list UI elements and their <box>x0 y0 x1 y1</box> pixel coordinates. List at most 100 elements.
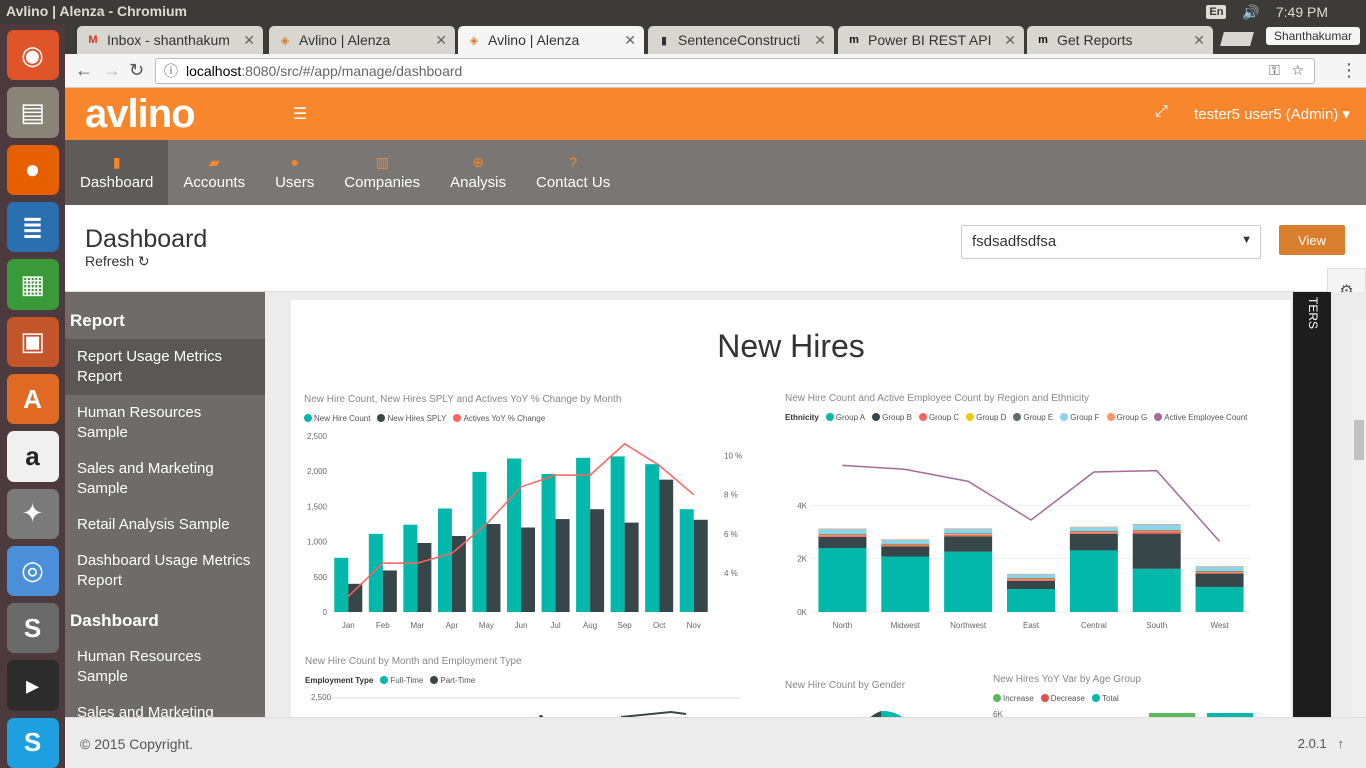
legend-entry[interactable]: Group A <box>825 413 865 422</box>
close-tab-icon[interactable]: ✕ <box>243 32 255 49</box>
stacked-bar-segment[interactable] <box>881 544 930 546</box>
fullscreen-icon[interactable]: ⤢ <box>1155 103 1168 121</box>
stacked-bar-segment[interactable] <box>1007 574 1055 578</box>
firefox-icon[interactable]: ● <box>6 144 59 195</box>
reload-icon[interactable]: ↻ <box>129 60 144 81</box>
chromium-icon[interactable]: ◎ <box>6 545 59 597</box>
nav-accounts[interactable]: ▰ Accounts <box>168 140 260 205</box>
stacked-bar-segment[interactable] <box>818 533 867 535</box>
refresh-link[interactable]: Refresh ↻ <box>85 253 150 270</box>
browser-tab[interactable]: m Get Reports ✕ <box>1027 26 1213 54</box>
bar[interactable] <box>472 471 487 612</box>
stacked-bar-segment[interactable] <box>1195 572 1244 574</box>
language-indicator[interactable]: En <box>1206 5 1227 19</box>
stacked-bar-segment[interactable] <box>1069 533 1118 551</box>
close-tab-icon[interactable]: ✕ <box>1193 32 1205 49</box>
key-icon[interactable]: ⚿ <box>1269 62 1280 78</box>
bar[interactable] <box>382 570 397 612</box>
profile-button[interactable]: Shanthakumar <box>1265 27 1360 45</box>
filters-pane[interactable]: TERS <box>1293 292 1331 717</box>
stacked-bar-segment[interactable] <box>1069 550 1118 612</box>
impress-icon[interactable]: ▣ <box>6 316 59 367</box>
stacked-bar-segment[interactable] <box>1132 524 1181 525</box>
legend-entry[interactable]: Group C <box>918 413 959 422</box>
stacked-bar-segment[interactable] <box>818 534 867 536</box>
stacked-bar-segment[interactable] <box>1132 531 1181 534</box>
stacked-bar-segment[interactable] <box>1132 529 1181 531</box>
browser-tab[interactable]: ▮ SentenceConstructi ✕ <box>648 26 834 54</box>
browser-menu-icon[interactable]: ⋮ <box>1340 60 1358 81</box>
stacked-bar-segment[interactable] <box>818 535 867 537</box>
stacked-bar-segment[interactable] <box>1132 533 1181 569</box>
legend-entry[interactable]: Group G <box>1106 413 1147 422</box>
stacked-bar-segment[interactable] <box>1007 580 1055 590</box>
bar[interactable] <box>417 543 432 612</box>
stacked-bar-segment[interactable] <box>881 546 930 557</box>
stacked-bar-segment[interactable] <box>1007 579 1055 581</box>
bar[interactable] <box>403 524 418 612</box>
stacked-bar-segment[interactable] <box>1007 589 1055 612</box>
info-icon[interactable]: ⓘ <box>164 61 178 81</box>
sidebar-item[interactable]: Human Resources Sample <box>65 395 265 451</box>
browser-tab[interactable]: m Power BI REST API ✕ <box>838 26 1024 54</box>
bar[interactable] <box>334 557 349 612</box>
sublime-icon[interactable]: S <box>6 603 59 654</box>
stacked-bar-segment[interactable] <box>1007 578 1055 580</box>
bookmark-star-icon[interactable]: ☆ <box>1291 62 1304 78</box>
clock[interactable]: 7:49 PM <box>1276 4 1328 20</box>
view-button[interactable]: View <box>1279 225 1345 255</box>
page-scrollbar[interactable] <box>1352 320 1366 717</box>
forward-icon[interactable]: → <box>103 60 121 81</box>
bar[interactable] <box>659 479 674 612</box>
terminal-icon[interactable]: ▸ <box>6 660 59 711</box>
nav-companies[interactable]: ▥ Companies <box>329 140 435 205</box>
stacked-bar-segment[interactable] <box>818 548 867 612</box>
writer-icon[interactable]: ≣ <box>6 201 59 253</box>
stacked-bar-segment[interactable] <box>1132 524 1181 530</box>
stacked-bar-segment[interactable] <box>881 545 930 547</box>
menu-toggle-icon[interactable]: ☰ <box>293 104 307 124</box>
stacked-bar-segment[interactable] <box>944 534 993 537</box>
stacked-bar-segment[interactable] <box>881 539 930 540</box>
stacked-bar-segment[interactable] <box>944 533 993 535</box>
sidebar-item[interactable]: Sales and Marketing Sample <box>65 451 265 507</box>
stacked-bar-segment[interactable] <box>818 536 867 548</box>
settings-icon[interactable]: ✦ <box>6 488 59 539</box>
bar[interactable] <box>507 458 521 612</box>
legend-entry[interactable]: Group F <box>1060 413 1100 422</box>
stacked-bar-segment[interactable] <box>881 543 930 545</box>
bar[interactable] <box>555 519 570 612</box>
legend-entry[interactable]: Total <box>1091 694 1119 703</box>
stacked-bar-segment[interactable] <box>1195 570 1244 572</box>
stacked-bar-segment[interactable] <box>944 536 993 552</box>
legend-entry[interactable]: Part-Time <box>430 676 475 685</box>
browser-tab[interactable]: ◈ Avlino | Alenza ✕ <box>458 26 644 54</box>
bar[interactable] <box>521 527 535 612</box>
stacked-bar-segment[interactable] <box>1195 573 1244 587</box>
stacked-bar-segment[interactable] <box>1069 530 1118 532</box>
avlino-logo[interactable]: avlino <box>85 92 196 137</box>
bar[interactable] <box>576 457 591 612</box>
legend-entry[interactable]: Full-Time <box>380 676 423 685</box>
close-tab-icon[interactable]: ✕ <box>1004 32 1016 49</box>
close-tab-icon[interactable]: ✕ <box>435 32 447 49</box>
calc-icon[interactable]: ▦ <box>6 259 59 310</box>
legend-entry[interactable]: Decrease <box>1040 694 1085 703</box>
nav-analysis[interactable]: ⊕ Analysis <box>435 140 521 205</box>
bar[interactable] <box>610 456 625 612</box>
bar[interactable] <box>368 533 383 612</box>
skype-icon[interactable]: S <box>6 717 59 768</box>
stacked-bar-segment[interactable] <box>944 551 993 612</box>
scroll-top-icon[interactable]: ↑ <box>1338 736 1345 751</box>
files-icon[interactable]: ▤ <box>6 87 59 138</box>
software-center-icon[interactable]: A <box>6 373 59 425</box>
stacked-bar-segment[interactable] <box>1007 577 1055 579</box>
browser-tab[interactable]: M Inbox - shanthakum ✕ <box>77 26 263 54</box>
url-field[interactable]: ⓘ localhost:8080/src/#/app/manage/dashbo… <box>155 58 1315 84</box>
close-tab-icon[interactable]: ✕ <box>814 32 826 49</box>
bar[interactable] <box>590 509 605 612</box>
volume-icon[interactable]: 🔊 <box>1242 4 1259 21</box>
bar[interactable] <box>645 464 660 612</box>
user-menu[interactable]: tester5 user5 (Admin) ▾ <box>1194 105 1350 123</box>
new-tab-button[interactable] <box>1220 32 1254 46</box>
